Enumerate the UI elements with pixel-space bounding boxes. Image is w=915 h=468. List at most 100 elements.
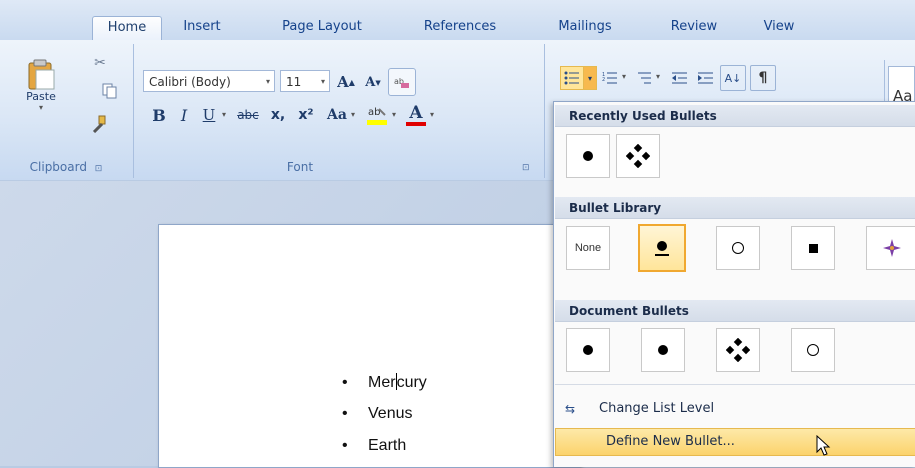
document-bullet-disc-2[interactable]: [641, 328, 685, 372]
four-point-star-icon: [882, 239, 901, 257]
bullet-glyph: •: [342, 374, 348, 391]
tab-page-layout[interactable]: Page Layout: [272, 16, 372, 40]
format-painter-button[interactable]: [86, 112, 112, 136]
bullets-button[interactable]: [560, 66, 584, 90]
font-color-swatch: [406, 122, 426, 126]
mouse-pointer-icon: [816, 435, 831, 456]
svg-text:ab: ab: [368, 107, 380, 118]
recently-used-header: Recently Used Bullets: [555, 105, 915, 127]
document-bullet-circle[interactable]: [791, 328, 835, 372]
circle-icon: [732, 242, 744, 254]
copy-icon: [102, 83, 117, 99]
clipboard-group-label: Clipboard ⊡: [29, 160, 103, 174]
bullet-option-square[interactable]: [791, 226, 835, 270]
clear-formatting-button[interactable]: ab: [388, 68, 416, 96]
multilevel-list-button[interactable]: [632, 66, 656, 90]
numbering-button[interactable]: 12: [598, 66, 622, 90]
list-item-text: Venus: [368, 405, 413, 422]
square-icon: [808, 243, 818, 253]
chevron-down-icon: ▾: [430, 110, 435, 119]
superscript-button[interactable]: x²: [292, 102, 320, 128]
font-color-icon: A: [409, 103, 423, 123]
shrink-font-icon: A: [365, 74, 376, 90]
scissors-icon: ✂: [94, 55, 106, 71]
cut-button[interactable]: ✂: [88, 52, 112, 74]
define-new-bullet-item[interactable]: Define New Bullet...: [555, 428, 915, 456]
diamond-bullet-icon: [726, 338, 750, 362]
font-size-combo[interactable]: 11 ▾: [280, 70, 330, 92]
shrink-font-button[interactable]: A ▼: [360, 69, 386, 95]
decrease-indent-button[interactable]: [668, 66, 692, 90]
chevron-down-icon: ▾: [222, 110, 227, 119]
bullet-option-disc[interactable]: [566, 134, 610, 178]
sort-button[interactable]: A↓: [720, 65, 746, 91]
disc-icon: [583, 345, 593, 355]
copy-button[interactable]: [98, 80, 122, 102]
increase-indent-button[interactable]: [694, 66, 718, 90]
tab-insert[interactable]: Insert: [172, 16, 232, 40]
strikethrough-button[interactable]: abc: [232, 102, 264, 128]
menu-divider: [555, 384, 915, 385]
circle-icon: [807, 344, 819, 356]
bullet-library-header: Bullet Library: [555, 197, 915, 219]
show-formatting-button[interactable]: ¶: [750, 65, 776, 91]
diamond-bullet-icon: [626, 144, 650, 168]
subscript-button[interactable]: x,: [264, 102, 292, 128]
underline-button[interactable]: U: [197, 102, 221, 128]
group-separator: [133, 44, 134, 178]
bullet-glyph: •: [342, 437, 348, 454]
document-bullet-disc[interactable]: [566, 328, 610, 372]
disc-icon: [658, 345, 668, 355]
bold-button[interactable]: B: [147, 102, 171, 128]
change-list-level-item[interactable]: ⇆ Change List Level: [555, 395, 915, 423]
group-separator: [544, 44, 545, 178]
chevron-down-icon: ▾: [392, 110, 397, 119]
bullet-option-star[interactable]: [866, 226, 915, 270]
list-item[interactable]: • Venus: [342, 405, 412, 423]
list-item[interactable]: • Earth: [342, 437, 406, 455]
bullet-option-diamond[interactable]: [616, 134, 660, 178]
numbered-list-icon: 12: [602, 72, 617, 84]
list-item[interactable]: • Mercury: [342, 373, 427, 392]
grow-font-button[interactable]: A ▲: [333, 69, 359, 95]
dialog-launcher-icon[interactable]: ⊡: [522, 163, 530, 173]
font-name-combo[interactable]: Calibri (Body) ▾: [143, 70, 275, 92]
document-bullet-diamond[interactable]: [716, 328, 760, 372]
tab-view[interactable]: View: [754, 16, 804, 40]
tab-review[interactable]: Review: [664, 16, 724, 40]
list-item-text: Mercury: [368, 373, 427, 391]
bullet-glyph: •: [342, 405, 348, 422]
font-size-value: 11: [286, 75, 302, 89]
tab-mailings[interactable]: Mailings: [550, 16, 620, 40]
outdent-icon: [672, 72, 687, 84]
disc-icon: [655, 240, 669, 256]
brush-icon: [92, 115, 106, 133]
change-case-button[interactable]: Aa: [322, 102, 352, 128]
tab-references[interactable]: References: [410, 16, 510, 40]
font-group-label: Font: [286, 160, 314, 174]
highlighter-icon: ab: [367, 107, 387, 125]
italic-button[interactable]: I: [172, 102, 196, 128]
paste-button[interactable]: Paste ▾: [18, 54, 64, 116]
document-bullets-header: Document Bullets: [555, 300, 915, 322]
chevron-down-icon: ▾: [622, 72, 627, 81]
change-list-level-label: Change List Level: [599, 401, 715, 416]
paste-label: Paste: [26, 90, 56, 103]
bullet-option-disc-selected[interactable]: [638, 224, 686, 272]
font-color-button[interactable]: A: [402, 100, 430, 130]
clipboard-icon: [28, 59, 55, 90]
bullet-option-none[interactable]: None: [566, 226, 610, 270]
chevron-down-icon: ▾: [587, 73, 592, 83]
bullets-dropdown-button[interactable]: ▾: [583, 66, 597, 90]
text-cursor: [395, 373, 397, 390]
highlight-button[interactable]: ab: [362, 100, 392, 130]
chevron-down-icon: ▾: [320, 77, 325, 86]
bullet-option-circle[interactable]: [716, 226, 760, 270]
dialog-launcher-icon[interactable]: ⊡: [95, 164, 103, 174]
ribbon-tab-bar: Home Insert Page Layout References Maili…: [0, 0, 915, 41]
multilevel-list-icon: [638, 72, 651, 84]
chevron-down-icon: ▾: [265, 77, 270, 86]
disc-icon: [583, 151, 593, 161]
tab-home[interactable]: Home: [92, 16, 162, 41]
document-page[interactable]: [158, 224, 580, 468]
